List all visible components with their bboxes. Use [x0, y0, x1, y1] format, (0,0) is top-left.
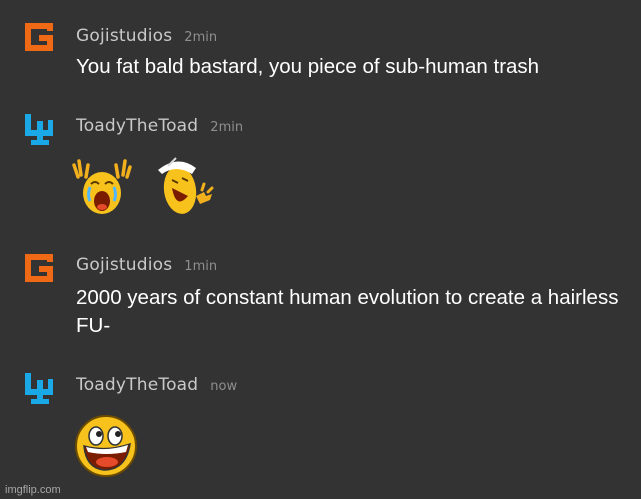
- username[interactable]: Gojistudios: [76, 255, 172, 275]
- gojistudios-g-logo-icon[interactable]: [22, 20, 56, 54]
- message-text: You fat bald bastard, you piece of sub-h…: [76, 55, 540, 78]
- timestamp: 2min: [184, 30, 218, 45]
- timestamp: now: [210, 379, 238, 394]
- timestamp: 1min: [184, 259, 218, 274]
- laughing-emoji-icon: [158, 157, 214, 214]
- username[interactable]: ToadyTheToad: [76, 375, 198, 395]
- toady-blue-logo-icon[interactable]: [22, 112, 56, 146]
- username[interactable]: ToadyTheToad: [76, 116, 198, 136]
- toady-blue-logo-icon[interactable]: [22, 371, 56, 405]
- gojistudios-g-logo-icon[interactable]: [22, 251, 56, 285]
- message-text: 2000 years of constant human evolution t…: [76, 286, 619, 337]
- crying-emoji-icon: [72, 159, 132, 214]
- username[interactable]: Gojistudios: [76, 26, 172, 46]
- watermark: imgflip.com: [5, 484, 61, 496]
- timestamp: 2min: [210, 120, 244, 135]
- awesome-face-emoji-icon: [75, 415, 137, 477]
